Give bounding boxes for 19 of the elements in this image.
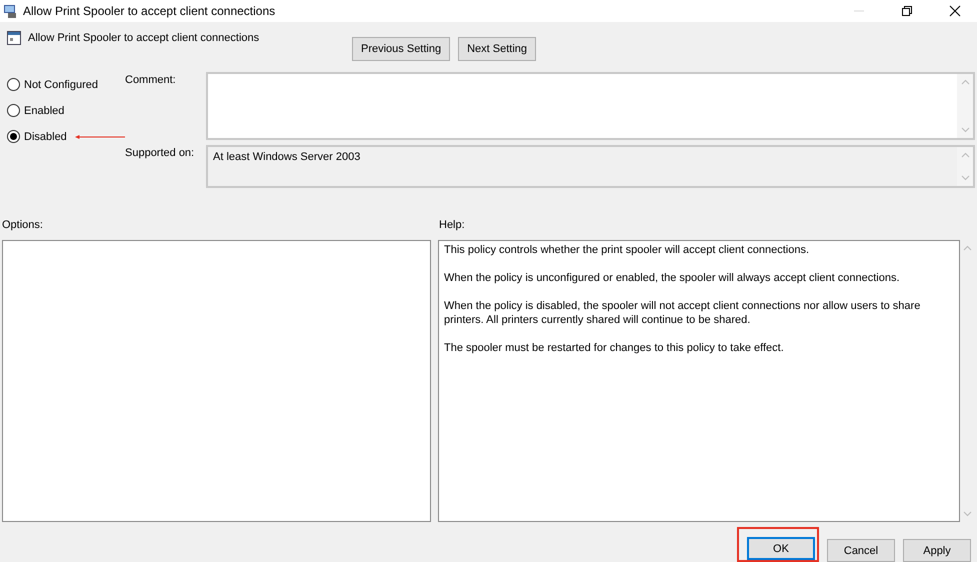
supported-on-field: At least Windows Server 2003 [206, 145, 975, 188]
ok-button[interactable]: OK [747, 537, 815, 560]
options-label: Options: [2, 219, 44, 231]
help-label: Help: [439, 219, 465, 231]
dialog-button[interactable]: Apply [903, 539, 971, 562]
radio-label[interactable]: Not Configured [24, 78, 98, 90]
help-paragraph: The spooler must be restarted for changes to this policy to take effect. [444, 341, 785, 355]
radio-label[interactable]: Enabled [24, 104, 64, 116]
supported-on-label: Supported on: [125, 146, 196, 161]
window-title: Allow Print Spooler to accept client connections [23, 4, 276, 18]
help-paragraph: This policy controls whether the print spooler will accept client connections. [444, 243, 810, 257]
nav-button[interactable]: Next Setting [458, 37, 536, 61]
radio-label[interactable]: Disabled [24, 130, 67, 142]
help-paragraph: When the policy is disabled, the spooler will not accept client connections nor allow users to share printers. All printers currently shared will continue to be shared. [444, 299, 922, 327]
dialog-button[interactable]: Cancel [827, 539, 895, 562]
comment-label: Comment: [125, 73, 177, 88]
help-paragraph: When the policy is unconfigured or enabled, the spooler will always accept client connections. [444, 271, 901, 285]
nav-button[interactable]: Previous Setting [352, 37, 450, 61]
policy-name: Allow Print Spooler to accept client connections [28, 32, 260, 44]
